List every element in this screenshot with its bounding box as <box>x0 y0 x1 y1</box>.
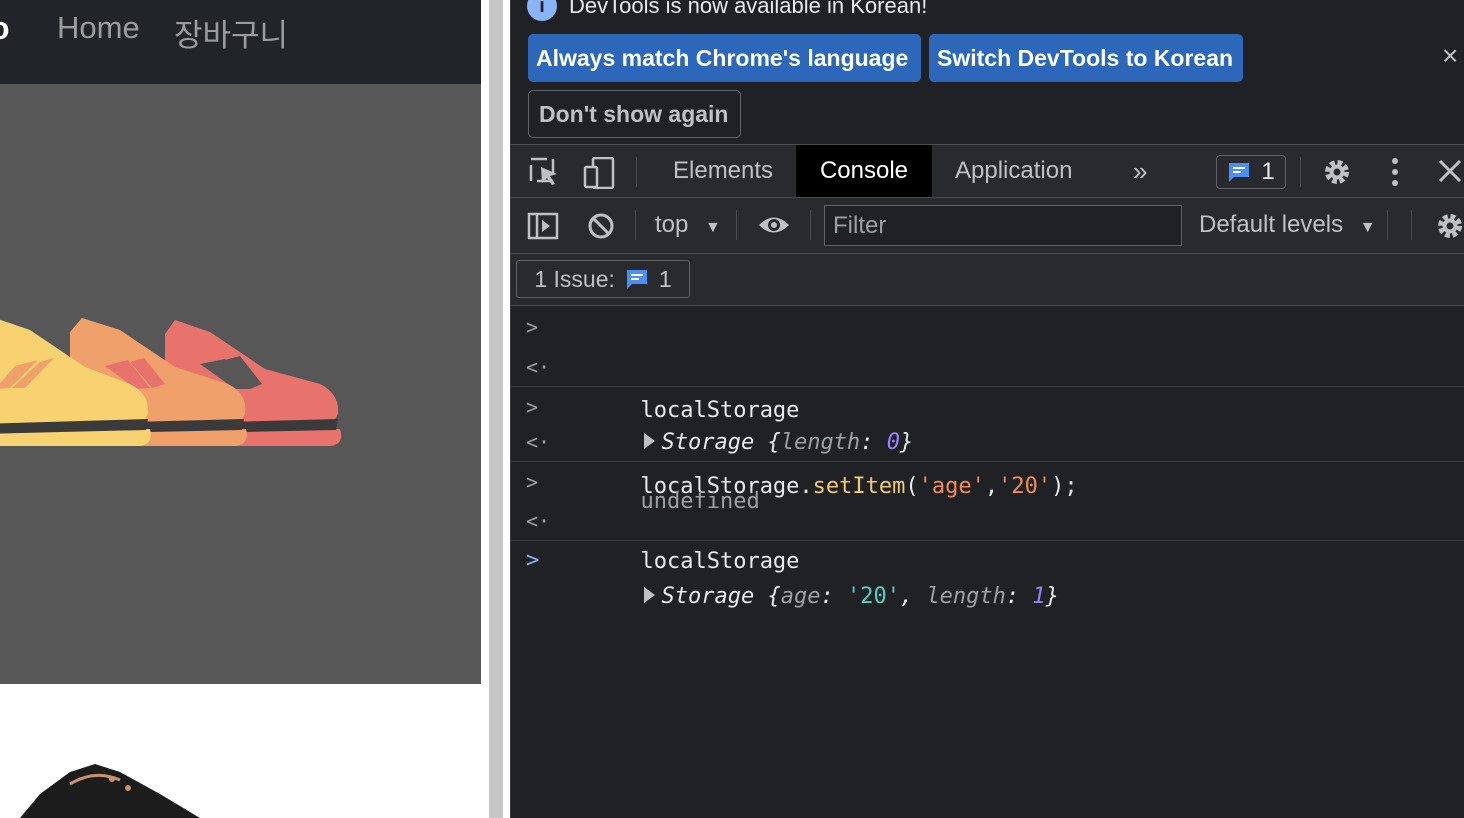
shoes-illustration <box>0 318 342 446</box>
close-icon[interactable]: × <box>1442 40 1458 72</box>
context-label: top <box>655 211 689 238</box>
tab-application[interactable]: Application <box>933 145 1094 197</box>
infobar-text: DevTools is now available in Korean! <box>569 0 928 18</box>
product-image[interactable] <box>0 684 481 818</box>
nav-link-home[interactable]: Home <box>57 10 140 46</box>
console-input-row[interactable]: > localStorage.setItem('age','20'); <box>511 387 1464 499</box>
tab-elements[interactable]: Elements <box>651 145 795 197</box>
dont-show-again-button[interactable]: Don't show again <box>528 90 741 138</box>
panel-resize-handle[interactable] <box>481 0 511 818</box>
console-result-row[interactable]: <· Storage {length: 0} <box>511 348 1464 455</box>
console-result-row[interactable]: <· Storage {age: '20', length: 1} <box>511 502 1464 609</box>
filter-input[interactable] <box>824 205 1182 246</box>
console-input-row[interactable]: > localStorage <box>511 306 1464 423</box>
language-infobar: i DevTools is now available in Korean! A… <box>511 0 1464 144</box>
clear-console-icon[interactable] <box>587 212 615 245</box>
settings-gear-icon[interactable] <box>1322 157 1352 192</box>
nav-link-cart[interactable]: 장바구니 <box>174 10 288 55</box>
info-icon: i <box>527 0 557 21</box>
console-toolbar: top ▼ Default levels ▼ <box>511 198 1464 254</box>
sidebar-toggle-icon[interactable] <box>527 212 559 245</box>
return-arrow-icon: <· <box>526 430 551 454</box>
message-icon <box>626 270 647 289</box>
dropdown-arrow-icon: ▼ <box>1359 219 1376 236</box>
live-expression-eye-icon[interactable] <box>757 214 791 241</box>
issues-bar: 1 Issue: 1 <box>511 254 1464 306</box>
object-key: age <box>780 584 821 609</box>
return-arrow-icon: <· <box>526 509 551 533</box>
chevron-right-icon: > <box>526 470 539 494</box>
prompt-chevron-icon: > <box>526 548 540 573</box>
close-devtools-icon[interactable] <box>1437 158 1463 189</box>
issues-count: 1 <box>1261 158 1275 185</box>
message-icon <box>1229 163 1250 182</box>
object-value: 1 <box>1032 584 1046 609</box>
devtools-panel: i DevTools is now available in Korean! A… <box>511 0 1464 818</box>
black-shoe-image <box>20 764 200 818</box>
issues-counter[interactable]: 1 <box>1216 155 1286 189</box>
hero-banner <box>0 84 481 684</box>
navbar-brand[interactable]: o <box>0 10 10 47</box>
object-key: length <box>926 584 1006 609</box>
issues-label: 1 Issue: <box>534 265 615 292</box>
infobar-message: i DevTools is now available in Korean! <box>527 0 927 21</box>
tab-console[interactable]: Console <box>796 145 932 197</box>
switch-to-korean-button[interactable]: Switch DevTools to Korean <box>929 34 1243 82</box>
console-input-row[interactable]: > localStorage <box>511 462 1464 574</box>
context-selector[interactable]: top ▼ <box>655 211 721 239</box>
object-type: Storage <box>661 584 755 609</box>
console-settings-gear-icon[interactable] <box>1435 211 1464 246</box>
more-tabs-icon[interactable]: » <box>1111 145 1169 197</box>
return-arrow-icon: <· <box>526 355 551 379</box>
inspect-element-icon[interactable] <box>529 157 561 192</box>
navbar: o Home 장바구니 <box>0 0 481 84</box>
dropdown-arrow-icon: ▼ <box>705 219 721 236</box>
issues-button[interactable]: 1 Issue: 1 <box>516 260 690 298</box>
chevron-right-icon: > <box>526 315 539 339</box>
console-messages: > localStorage <· Storage {length: 0} > … <box>511 306 1464 609</box>
device-toolbar-icon[interactable] <box>583 156 615 194</box>
object-value: '20' <box>846 584 900 609</box>
kebab-menu-icon[interactable] <box>1391 157 1399 192</box>
issues-bar-count: 1 <box>658 265 672 292</box>
web-page: o Home 장바구니 <box>0 0 481 818</box>
levels-label: Default levels <box>1199 211 1344 238</box>
chevron-right-icon: > <box>526 395 539 419</box>
resize-bar[interactable] <box>489 0 503 818</box>
always-match-language-button[interactable]: Always match Chrome's language <box>528 34 921 82</box>
console-prompt[interactable]: > <box>511 541 1464 581</box>
devtools-tab-bar: Elements Console Application » 1 <box>511 144 1464 198</box>
expand-triangle-icon[interactable] <box>644 587 656 603</box>
log-levels-selector[interactable]: Default levels ▼ <box>1199 211 1376 239</box>
console-result-row[interactable]: <· undefined <box>511 427 1464 514</box>
